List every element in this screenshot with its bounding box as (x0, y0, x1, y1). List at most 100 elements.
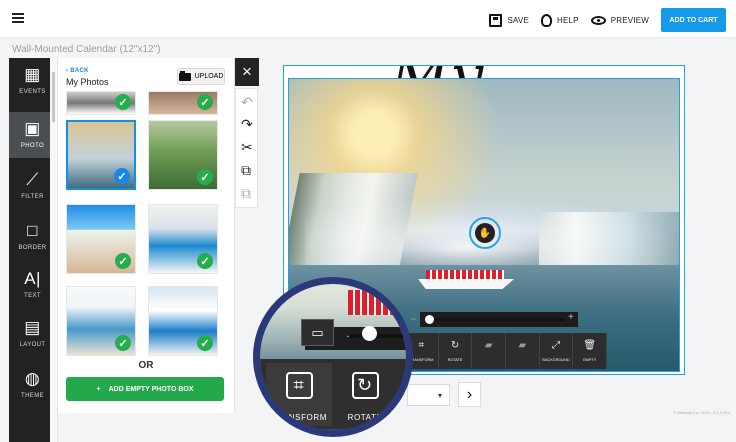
magnified-transform-label: TRANSFORM (270, 413, 328, 422)
zoom-knob[interactable] (425, 315, 434, 324)
menu-icon[interactable] (12, 13, 24, 23)
folder-icon (178, 70, 191, 81)
zoom-minus-icon[interactable]: − (410, 312, 417, 326)
palette-icon: ◍ (24, 369, 41, 388)
expand-icon: ⤢ (552, 340, 561, 351)
check-icon: ✓ (115, 253, 131, 269)
background-button[interactable]: ⤢ BACKGROUND (540, 333, 574, 369)
magnified-zoom-knob (362, 326, 377, 341)
close-icon[interactable]: × (235, 58, 259, 86)
rotate-icon: ↻ (351, 372, 379, 399)
preview-label: PREVIEW (610, 15, 649, 25)
sidebar-item-filter[interactable]: ⟋ FILTER (9, 163, 56, 209)
lightbulb-icon (541, 13, 552, 27)
sidebar-item-events[interactable]: ▦ EVENTS (9, 58, 56, 104)
scissors-icon[interactable]: ✂ (241, 139, 253, 156)
layout-icon: ▤ (24, 318, 41, 337)
magnified-rotate-label: ROTATE (347, 413, 383, 422)
sidebar-item-label: TEXT (24, 293, 41, 299)
transform-icon: ⌗ (285, 372, 313, 399)
zoom-slider[interactable] (420, 312, 578, 327)
back-link[interactable]: ‹ BACK (66, 68, 89, 74)
save-button[interactable]: SAVE (489, 13, 529, 27)
empty-button[interactable]: 🗑 EMPTY (573, 333, 608, 369)
plus-icon: + (96, 385, 101, 393)
sidebar-item-label: LAYOUT (19, 342, 46, 348)
check-icon: ✓ (197, 335, 213, 351)
zoom-track (428, 318, 565, 321)
check-icon: ✓ (197, 94, 213, 110)
rotate-button[interactable]: ↻ ROTATE (439, 333, 473, 369)
stack-icon: ▰ (484, 340, 493, 351)
rotate-icon: ↻ (450, 340, 460, 351)
photo-thumbnail[interactable]: ✓ (148, 204, 218, 274)
check-icon: ✓ (115, 335, 131, 351)
next-page-button[interactable]: › (458, 382, 481, 407)
zoom-plus-icon[interactable]: + (568, 312, 574, 323)
copy-icon[interactable]: ⧉ (241, 162, 251, 179)
text-icon: A| (24, 269, 41, 288)
add-empty-photo-box-button[interactable]: + ADD EMPTY PHOTO BOX (66, 377, 224, 401)
stack-icon: ▰ (518, 340, 527, 351)
photo-edit-toolbar: ⌗ TRANSFORM ↻ ROTATE ▰ ▰ ⤢ BACKGROUND 🗑 EMPT… (405, 333, 608, 369)
crop-icon[interactable]: ▭ (301, 319, 334, 346)
eye-icon (590, 15, 606, 25)
empty-label: EMPTY (583, 358, 597, 362)
preview-button[interactable]: PREVIEW (590, 15, 649, 25)
photo-thumbnail[interactable]: ✓ (148, 120, 218, 190)
photo-panel: ‹ BACK My Photos UPLOAD ✓ ✓ ✓ ✓ ✓ ✓ ✓ ✓ … (58, 58, 235, 413)
photo-thumbnail[interactable]: ✓ (148, 286, 218, 356)
paste-icon[interactable]: ⧉ (241, 185, 251, 202)
top-toolbar: SAVE HELP PREVIEW ADD TO CART (0, 0, 736, 38)
magnified-zoom-track (349, 334, 406, 338)
photo-thumbnail-selected[interactable]: ✓ (66, 120, 136, 190)
upload-label: UPLOAD (194, 73, 224, 80)
disabled-tool-button: ▰ (506, 333, 540, 369)
help-label: HELP (557, 15, 579, 25)
sidebar-item-photo[interactable]: ▣ PHOTO (9, 112, 56, 158)
rail-scrollbar[interactable] (50, 58, 58, 442)
save-label: SAVE (507, 15, 529, 25)
tour-boat (418, 267, 514, 293)
sidebar-item-label: FILTER (21, 194, 44, 200)
top-actions: SAVE HELP PREVIEW ADD TO CART (489, 8, 726, 32)
page-selector[interactable]: ▾ (407, 384, 450, 406)
copyright-text: © Mixbook Inc. 2018 - 8.1.0 914 (673, 410, 730, 415)
check-icon: ✓ (197, 169, 213, 185)
magnified-boat (348, 290, 406, 315)
add-to-cart-button[interactable]: ADD TO CART (661, 8, 726, 32)
undo-icon[interactable]: ↶ (241, 94, 253, 111)
help-button[interactable]: HELP (541, 13, 579, 27)
sidebar-item-text[interactable]: A| TEXT (9, 262, 56, 308)
photo-thumbnail[interactable]: ✓ (66, 91, 136, 115)
hand-icon: ✋ (475, 223, 495, 243)
magnified-tools: ⌗ TRANSFORM ↻ ROTATE (260, 359, 406, 429)
check-icon: ✓ (197, 253, 213, 269)
border-icon: □ (27, 221, 38, 240)
disabled-tool-button: ▰ (472, 333, 507, 369)
or-label: OR (138, 360, 154, 371)
sidebar-item-border[interactable]: □ BORDER (9, 214, 56, 260)
upload-button[interactable]: UPLOAD (177, 68, 225, 85)
product-title: Wall-Mounted Calendar (12"x12") (12, 44, 161, 55)
magnified-toolbar-callout: ▭ − ⌗TRANSFORM ↻ROTATE (253, 277, 413, 437)
panel-title: My Photos (66, 77, 109, 87)
photo-thumbnail[interactable]: ✓ (66, 204, 136, 274)
rotate-label: ROTATE (447, 358, 463, 362)
magic-wand-icon: ⟋ (26, 170, 39, 189)
calendar-icon: ▦ (24, 65, 41, 84)
sidebar-item-layout[interactable]: ▤ LAYOUT (9, 311, 56, 357)
sidebar-item-label: THEME (21, 393, 44, 399)
photo-thumbnail[interactable]: ✓ (66, 286, 136, 356)
save-icon (489, 13, 503, 27)
photo-thumbnail[interactable]: ✓ (148, 91, 218, 115)
sidebar-item-theme[interactable]: ◍ THEME (9, 362, 56, 408)
image-icon: ▣ (24, 119, 41, 138)
check-icon: ✓ (114, 168, 130, 184)
background-label: BACKGROUND (542, 358, 570, 362)
sidebar-item-label: BORDER (18, 245, 47, 251)
move-handle[interactable]: ✋ (469, 217, 501, 249)
magnified-transform-button: ⌗ TRANSFORM (266, 363, 332, 426)
redo-icon[interactable]: ↷ (241, 116, 253, 133)
edit-tool-column: ↶ ↷ ✂ ⧉ ⧉ (235, 88, 258, 208)
